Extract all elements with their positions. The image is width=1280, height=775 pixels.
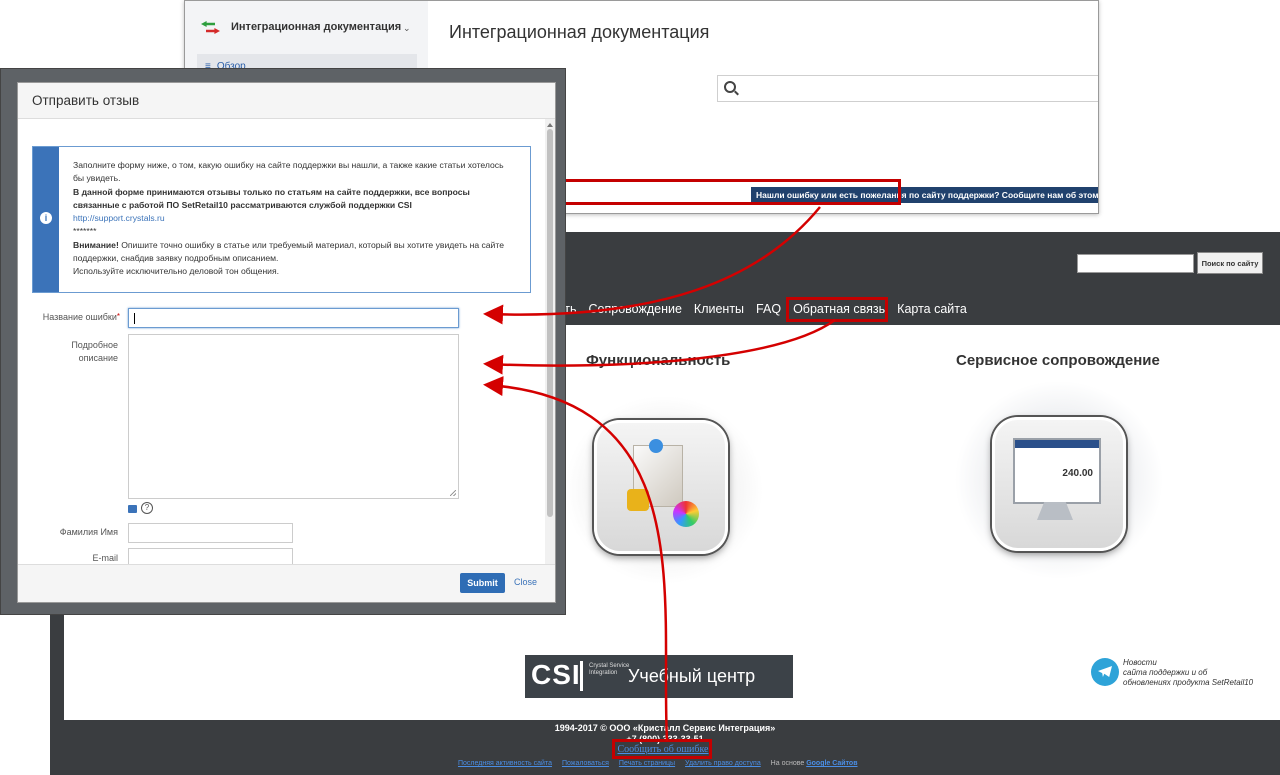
nav-item-support[interactable]: Сопровождение xyxy=(589,302,682,316)
dialog-title: Отправить отзыв xyxy=(32,93,140,108)
arrows-logo-icon xyxy=(201,19,221,35)
scroll-up-arrow-icon[interactable] xyxy=(547,123,553,127)
feedback-dialog-window: Отправить отзыв i Заполните форму ниже, … xyxy=(0,68,566,615)
close-button[interactable]: Close xyxy=(514,577,537,587)
info-panel: i Заполните форму ниже, о том, какую оши… xyxy=(32,146,531,293)
section-title-service[interactable]: Сервисное сопровождение xyxy=(956,352,1160,369)
nav-item-sitemap[interactable]: Карта сайта xyxy=(897,302,967,316)
description-label: Подробное описание xyxy=(71,340,118,363)
telegram-icon[interactable] xyxy=(1091,658,1119,686)
page-title: Интеграционная документация xyxy=(449,22,710,42)
error-name-label: Название ошибки* xyxy=(42,312,120,322)
error-name-input[interactable] xyxy=(128,308,459,328)
footer-based-on: На основе xyxy=(770,760,805,767)
fullname-input[interactable] xyxy=(128,523,293,543)
docs-brand-label: Интеграционная документация xyxy=(231,21,402,33)
footer-link-print[interactable]: Печать страницы xyxy=(619,760,675,767)
info-text: Заполните форму ниже, о том, какую ошибк… xyxy=(73,159,513,279)
docs-brand[interactable]: Интеграционная документация xyxy=(201,19,401,35)
support-link[interactable]: http://support.crystals.ru xyxy=(73,212,513,225)
feedback-dialog: Отправить отзыв i Заполните форму ниже, … xyxy=(17,82,556,603)
footer-link-activity[interactable]: Последняя активность сайта xyxy=(458,760,552,767)
receipt-total: 240.00 xyxy=(1062,468,1093,479)
wiki-markup-icon[interactable] xyxy=(128,505,137,513)
help-icon[interactable]: ? xyxy=(141,502,153,514)
nav-item-faq[interactable]: FAQ xyxy=(756,302,781,316)
footer-link-remove-access[interactable]: Удалить право доступа xyxy=(685,760,761,767)
site-search-input[interactable] xyxy=(1077,254,1194,273)
pos-terminal-icon[interactable]: 240.00 xyxy=(992,417,1126,551)
site-search-button[interactable]: Поиск по сайту xyxy=(1197,252,1263,274)
training-center-banner[interactable]: CSI Crystal Service Integration Учебный … xyxy=(525,655,793,698)
chevron-down-icon[interactable]: ⌄ xyxy=(403,23,411,34)
footer-link-google-sites[interactable]: Google Сайтов xyxy=(806,760,857,767)
footer-copyright: 1994-2017 © ООО «Кристалл Сервис Интегра… xyxy=(554,723,776,733)
footer-links: Последняя активность сайта Пожаловаться … xyxy=(458,760,866,767)
training-center-label: Учебный центр xyxy=(628,666,756,686)
highlight-feedback-nav xyxy=(786,297,888,322)
description-textarea[interactable] xyxy=(128,334,459,499)
section-title-functionality[interactable]: Функциональность xyxy=(586,352,730,369)
nav-item-clients[interactable]: Клиенты xyxy=(694,302,744,316)
highlight-feedback-link xyxy=(555,179,901,205)
search-input[interactable] xyxy=(717,75,1098,102)
resize-handle-icon[interactable] xyxy=(450,490,456,496)
telegram-news-text[interactable]: Новости сайта поддержки и об обновлениях… xyxy=(1123,658,1253,688)
csi-logo: CSI xyxy=(531,659,581,690)
dialog-header: Отправить отзыв xyxy=(18,83,555,119)
submit-button[interactable]: Submit xyxy=(460,573,505,593)
dialog-scrollbar-thumb[interactable] xyxy=(547,129,553,517)
dialog-footer: Submit Close xyxy=(18,564,555,602)
highlight-report-link xyxy=(612,739,712,759)
footer-link-complain[interactable]: Пожаловаться xyxy=(562,760,609,767)
email-label: E-mail xyxy=(92,553,118,563)
site-nav: сть Сопровождение Клиенты FAQ Обратная с… xyxy=(558,302,979,316)
info-icon: i xyxy=(40,212,52,224)
software-box-icon[interactable] xyxy=(594,420,728,554)
fullname-label: Фамилия Имя xyxy=(59,527,118,537)
search-icon xyxy=(724,81,736,93)
